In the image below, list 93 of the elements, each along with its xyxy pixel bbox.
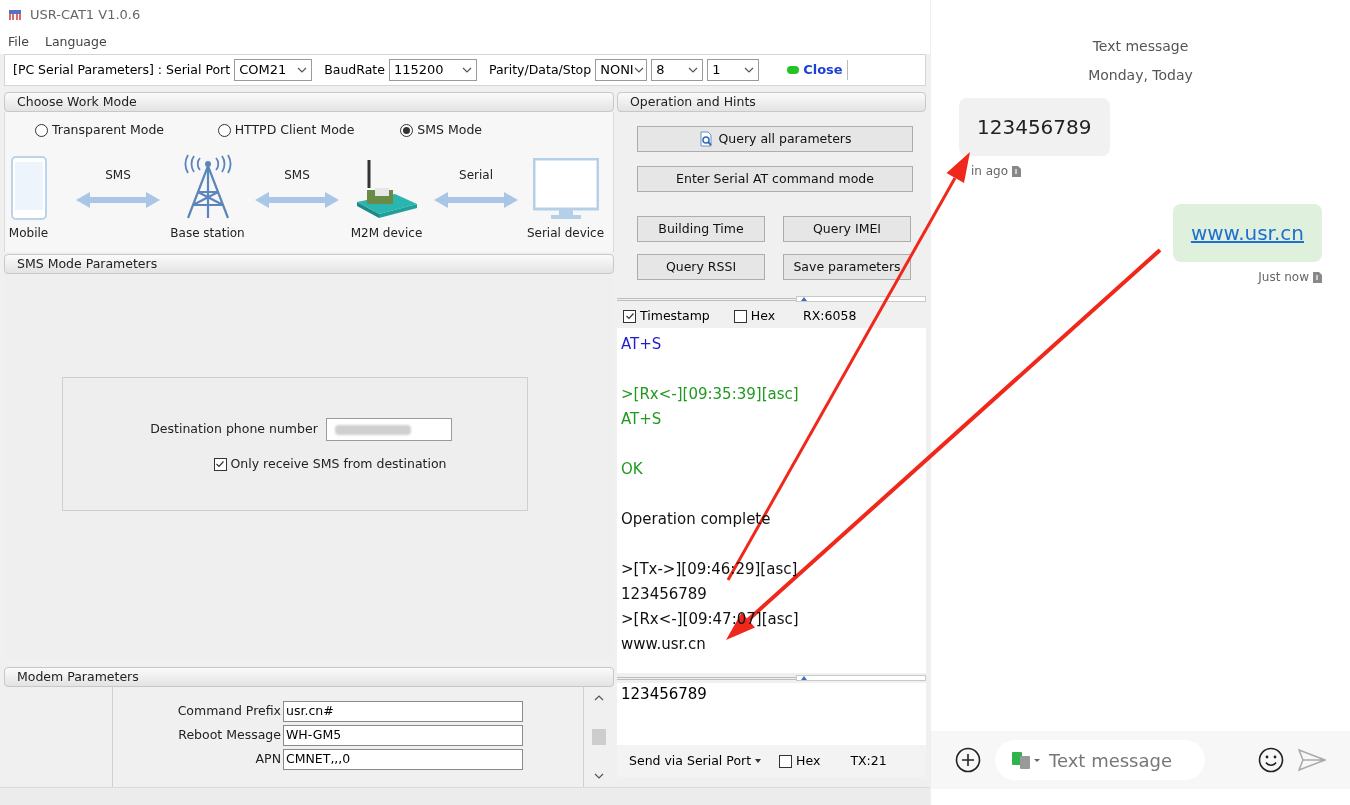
double-arrow-icon [76,192,160,208]
diagram-label: Mobile [8,225,49,242]
message-time: in ago [970,163,1009,180]
send-input-field[interactable]: 123456789 [617,683,926,745]
modem-board-icon [354,158,419,220]
conversation-date: Monday, Today [1088,66,1193,85]
action-button[interactable]: Save parameters [783,254,911,280]
monitor-icon [532,158,599,220]
message-bubble: www.usr.cn [1172,204,1322,262]
conversation-title: Text message [1092,37,1189,56]
link-label: SMS [284,167,310,184]
diagram-label: Serial device [526,225,605,242]
log-line: AT+S [621,334,662,355]
dropdown[interactable]: 1 [707,59,760,81]
dropdown[interactable]: 115200 [388,59,477,81]
radio-label: HTTPD Client Mode [234,120,355,139]
add-icon[interactable] [955,747,981,773]
rx-counter: RX:6058 [803,306,857,325]
tx-counter: TX:21 [850,751,887,770]
checkbox[interactable] [623,309,636,323]
parameter-field[interactable]: WH-GM5 [283,725,523,746]
radio-button[interactable] [400,123,414,137]
message-bubble: 123456789 [959,98,1110,156]
sim-card-icon [1313,271,1322,283]
action-button[interactable]: Query all parameters [637,126,913,152]
dropdown[interactable]: 8 [651,59,704,81]
diagram-label: Base station [170,225,245,242]
document-search-icon [698,131,715,147]
send-mode-dropdown[interactable]: Send via Serial Port [629,751,762,771]
phone-number-field[interactable] [325,418,452,441]
radio-button[interactable] [35,123,48,137]
app-logo-icon [8,9,22,21]
checkbox[interactable] [779,754,793,768]
close-port-button[interactable]: Close [803,60,848,80]
checkbox[interactable] [213,457,227,471]
log-line: OK [621,459,643,480]
link-label: SMS [105,167,131,184]
action-button[interactable]: Enter Serial AT command mode [637,166,913,192]
message-time: Just now [1258,269,1309,286]
message-placeholder: Text message [1049,748,1173,773]
caret-icon [755,759,762,763]
checkbox-label: Timestamp [640,306,710,325]
radio-label: Transparent Mode [52,120,165,139]
parity-data-stop-label: Parity/Data/Stop [488,60,592,79]
dropdown-caret-icon [297,67,308,73]
baudrate-label: BaudRate [324,60,385,79]
checkbox-label: Hex [796,751,821,770]
parameter-field[interactable]: CMNET,,,0 [283,749,523,770]
dropdown[interactable]: NONI [595,59,648,81]
parameter-field[interactable]: usr.cn# [283,701,523,722]
action-button[interactable]: Query IMEI [783,216,911,242]
log-line: www.usr.cn [621,634,706,655]
menu-item[interactable]: Language [44,32,107,52]
action-button[interactable]: Query RSSI [637,254,765,280]
section-header: Modem Parameters [4,667,614,687]
emoji-icon[interactable] [1258,747,1284,773]
parameter-label: Command Prefix [177,702,281,721]
parameter-label: Reboot Message [178,726,281,745]
log-line: AT+S [621,409,662,430]
checkbox-label: Hex [750,306,776,325]
section-header: SMS Mode Parameters [4,254,614,274]
dropdown-caret-icon [688,67,699,73]
menu-item[interactable]: File [8,32,29,52]
mobile-phone-icon [10,156,47,220]
radio-button[interactable] [217,123,231,137]
section-header: Choose Work Mode [4,92,614,112]
double-arrow-icon [255,192,339,208]
sim-card-icon [1012,165,1022,177]
window-title: USR-CAT1 V1.0.6 [30,6,141,25]
double-arrow-icon [434,192,518,208]
scroll-down-icon[interactable] [594,773,604,779]
log-line: 123456789 [621,584,707,605]
serial-port-label: [PC Serial Parameters] : Serial Port [13,60,231,79]
parameter-label: APN [255,750,281,769]
log-line: >[Rx<-][09:35:39][asc] [621,384,799,405]
action-button[interactable]: Building Time [637,216,765,242]
destination-label: Destination phone number [150,420,318,439]
dropdown-caret-icon [461,67,472,73]
dual-sim-icon[interactable] [1011,751,1041,769]
diagram-label: M2M device [350,225,423,242]
scrollbar-thumb[interactable] [592,729,606,745]
radio-label: SMS Mode [417,120,483,139]
checkbox-label: Only receive SMS from destination [230,455,447,473]
message-input-field[interactable]: Text message [995,740,1205,780]
splitter-handle[interactable] [796,675,926,681]
splitter-handle[interactable] [796,296,926,302]
scroll-up-icon[interactable] [594,695,604,701]
dropdown[interactable]: COM21 [234,59,313,81]
checkbox[interactable] [733,309,747,323]
section-header: Operation and Hints [617,92,926,112]
dropdown-caret-icon [633,67,644,73]
link-label: Serial [459,167,493,184]
dropdown-caret-icon [744,67,755,73]
